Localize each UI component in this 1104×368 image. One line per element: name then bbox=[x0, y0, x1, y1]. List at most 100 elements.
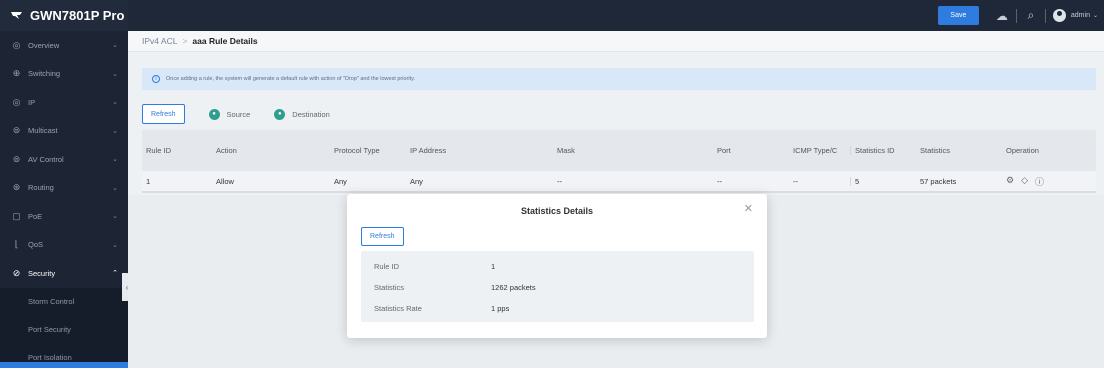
sidebar-subitem-storm-control[interactable]: Storm Control bbox=[0, 287, 128, 316]
sidebar-item-overview[interactable]: ◎ Overview ⌄ bbox=[0, 31, 128, 60]
save-button[interactable]: Save bbox=[937, 6, 979, 25]
table-cell: -- bbox=[717, 176, 722, 186]
breadcrumb-parent[interactable]: IPv4 ACL bbox=[142, 36, 177, 46]
sidebar-item-routing[interactable]: ⊛ Routing ⌄ bbox=[0, 174, 128, 203]
user-menu[interactable]: admin ⌄ bbox=[1049, 9, 1104, 22]
column-header: Action bbox=[216, 146, 237, 155]
toolbar: Refresh ● Source ● Destination bbox=[142, 104, 330, 124]
dialog-refresh-button[interactable]: Refresh bbox=[361, 227, 404, 246]
divider bbox=[1015, 8, 1017, 23]
detail-value: 1 pps bbox=[491, 304, 510, 313]
sidebar-item-label: Switching bbox=[28, 69, 61, 79]
chevron-down-icon: ⌄ bbox=[112, 70, 118, 78]
overview-icon: ◎ bbox=[12, 39, 21, 50]
source-button[interactable]: ● Source bbox=[208, 108, 251, 120]
detail-row: Statistics 1262 packets bbox=[374, 277, 754, 298]
sidebar-item-multicast[interactable]: ⊜ Multicast ⌄ bbox=[0, 117, 128, 146]
avatar bbox=[1052, 9, 1066, 22]
sidebar-item-security[interactable]: ⊘ Security ⌃ bbox=[0, 259, 128, 288]
info-icon[interactable]: ⓘ bbox=[1035, 175, 1044, 188]
user-name: admin bbox=[1070, 12, 1090, 19]
multicast-icon: ⊜ bbox=[12, 125, 21, 136]
source-icon: ● bbox=[208, 108, 220, 120]
routing-icon: ⊛ bbox=[12, 182, 21, 193]
notice-text: Once adding a rule, the system will gene… bbox=[166, 76, 415, 82]
top-bar: GWN7801P Pro Save ☁ ⌕ admin ⌄ bbox=[0, 0, 1104, 31]
sidebar-item-ip[interactable]: ◎ IP ⌄ bbox=[0, 88, 128, 117]
table-cell: 5 bbox=[850, 176, 916, 186]
table-cell: -- bbox=[557, 176, 562, 186]
sidebar-item-qos[interactable]: ⌊ QoS ⌄ bbox=[0, 231, 128, 260]
search-icon[interactable]: ⌕ bbox=[1020, 8, 1042, 23]
active-menu-indicator[interactable] bbox=[0, 362, 128, 368]
security-icon: ⊘ bbox=[12, 267, 21, 278]
rules-table: Rule ID Action Protocol Type IP Address … bbox=[142, 130, 1096, 193]
sidebar-item-label: QoS bbox=[28, 240, 44, 250]
column-header: Mask bbox=[557, 146, 575, 155]
chevron-down-icon: ⌄ bbox=[112, 184, 118, 192]
column-header: Port bbox=[717, 146, 731, 155]
switching-icon: ⊕ bbox=[12, 68, 21, 79]
clear-icon[interactable]: ◇ bbox=[1021, 175, 1028, 188]
column-header: Statistics ID bbox=[850, 146, 916, 155]
av-control-icon: ⊜ bbox=[12, 153, 21, 164]
destination-label: Destination bbox=[292, 109, 330, 119]
close-icon[interactable]: ✕ bbox=[744, 202, 753, 215]
info-icon: i bbox=[152, 75, 160, 83]
column-header: IP Address bbox=[410, 146, 447, 155]
source-label: Source bbox=[226, 109, 251, 119]
detail-row: Statistics Rate 1 pps bbox=[374, 298, 754, 319]
table-cell: 1 bbox=[146, 176, 151, 186]
detail-value: 1262 packets bbox=[491, 283, 536, 292]
brand-logo-icon bbox=[11, 12, 22, 19]
breadcrumb-separator: > bbox=[182, 36, 188, 46]
column-header: Protocol Type bbox=[334, 146, 380, 155]
statistics-details-dialog: Statistics Details ✕ Refresh Rule ID 1 S… bbox=[347, 194, 767, 338]
table-header: Rule ID Action Protocol Type IP Address … bbox=[142, 130, 1096, 171]
detail-label: Statistics bbox=[374, 283, 405, 292]
sidebar-item-label: IP bbox=[28, 97, 36, 107]
breadcrumb: IPv4 ACL > aaa Rule Details bbox=[128, 31, 1104, 52]
ip-icon: ◎ bbox=[12, 96, 21, 107]
chevron-up-icon: ⌃ bbox=[112, 270, 118, 278]
sidebar-item-label: PoE bbox=[28, 211, 43, 221]
sidebar-item-label: Multicast bbox=[28, 126, 58, 136]
sidebar-item-label: Overview bbox=[28, 40, 60, 50]
chevron-down-icon: ⌄ bbox=[112, 156, 118, 164]
column-header: Operation bbox=[1006, 146, 1039, 155]
table-cell: Any bbox=[410, 176, 423, 186]
detail-label: Statistics Rate bbox=[374, 304, 422, 313]
divider bbox=[1044, 8, 1046, 23]
settings-icon[interactable]: ⚙ bbox=[1006, 175, 1014, 188]
operation-cell: ⚙ ◇ ⓘ bbox=[1002, 175, 1092, 188]
statistics-details-panel: Rule ID 1 Statistics 1262 packets Statis… bbox=[361, 251, 754, 322]
sidebar-subitem-port-security[interactable]: Port Security bbox=[0, 315, 128, 344]
qos-icon: ⌊ bbox=[14, 239, 19, 250]
cloud-icon[interactable]: ☁ bbox=[991, 9, 1013, 23]
refresh-button[interactable]: Refresh bbox=[142, 104, 185, 124]
destination-button[interactable]: ● Destination bbox=[274, 108, 330, 120]
sidebar-item-label: AV Control bbox=[28, 154, 64, 164]
chevron-down-icon: ⌄ bbox=[112, 241, 118, 249]
column-header: Rule ID bbox=[146, 146, 172, 155]
sidebar-item-av-control[interactable]: ⊜ AV Control ⌄ bbox=[0, 145, 128, 174]
destination-icon: ● bbox=[274, 108, 286, 120]
table-cell: -- bbox=[793, 176, 798, 186]
sidebar: ◎ Overview ⌄ ⊕ Switching ⌄ ◎ IP ⌄ ⊜ Mult… bbox=[0, 31, 128, 368]
table-cell: 57 packets bbox=[920, 176, 957, 186]
product-name: GWN7801P Pro bbox=[30, 8, 125, 23]
chevron-down-icon: ⌄ bbox=[112, 42, 118, 50]
chevron-down-icon: ⌄ bbox=[1092, 13, 1098, 19]
brand: GWN7801P Pro bbox=[0, 0, 128, 31]
detail-row: Rule ID 1 bbox=[374, 256, 754, 277]
column-header: Statistics bbox=[920, 146, 951, 155]
column-header: ICMP Type/C bbox=[793, 146, 838, 155]
sidebar-item-label: Security bbox=[28, 268, 56, 278]
poe-icon: ▢ bbox=[12, 210, 21, 221]
sidebar-item-switching[interactable]: ⊕ Switching ⌄ bbox=[0, 60, 128, 89]
notice-banner: i Once adding a rule, the system will ge… bbox=[142, 68, 1096, 90]
detail-value: 1 bbox=[491, 262, 496, 271]
detail-label: Rule ID bbox=[374, 262, 400, 271]
page-title: aaa Rule Details bbox=[192, 36, 258, 46]
sidebar-item-poe[interactable]: ▢ PoE ⌄ bbox=[0, 202, 128, 231]
